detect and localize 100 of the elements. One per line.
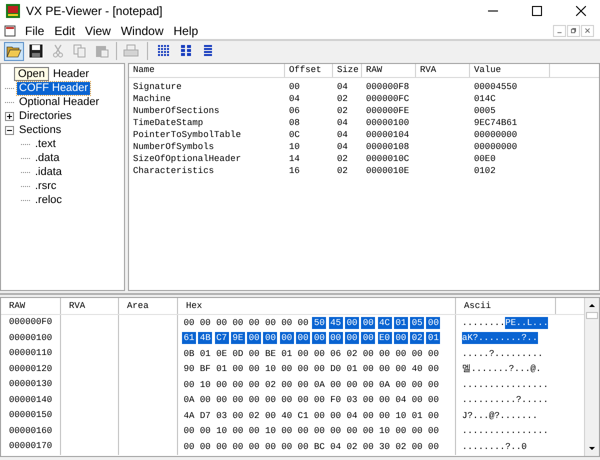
ascii-text[interactable]: PE..L... <box>505 316 548 329</box>
hex-byte[interactable]: 00 <box>378 348 392 360</box>
hex-byte[interactable]: F0 <box>328 394 343 406</box>
hex-byte[interactable]: 00 <box>378 363 392 376</box>
close-icon[interactable] <box>576 6 586 16</box>
hex-byte[interactable]: 00 <box>312 363 326 376</box>
hex-byte[interactable]: 00 <box>394 378 408 391</box>
hex-byte[interactable]: 00 <box>198 440 212 453</box>
hex-byte[interactable]: 02 <box>247 410 262 422</box>
hex-byte[interactable]: 00 <box>361 363 376 376</box>
column-header[interactable]: Name <box>129 64 285 77</box>
tree-item[interactable]: .reloc <box>33 194 64 206</box>
hex-byte[interactable]: 00 <box>263 316 278 329</box>
hex-byte[interactable]: 00 <box>280 440 294 453</box>
hex-byte[interactable]: 01 <box>214 363 229 376</box>
hex-byte[interactable]: 4B <box>198 332 212 344</box>
hex-byte[interactable]: 02 <box>263 378 278 391</box>
hex-byte[interactable]: 00 <box>182 316 196 329</box>
hex-byte[interactable]: 00 <box>361 425 376 438</box>
tree-item[interactable]: .text <box>33 138 58 150</box>
hex-byte[interactable]: 00 <box>344 425 359 438</box>
hex-byte[interactable]: 00 <box>410 440 424 453</box>
hex-byte[interactable]: 00 <box>312 394 326 406</box>
hex-byte[interactable]: 01 <box>198 348 212 360</box>
hex-byte[interactable]: 00 <box>312 348 326 360</box>
hex-byte[interactable]: BF <box>198 363 212 376</box>
hex-byte[interactable]: 00 <box>198 425 212 438</box>
hex-byte[interactable]: 00 <box>263 440 278 453</box>
column-header[interactable]: RVA <box>61 298 119 314</box>
scroll-thumb[interactable] <box>586 312 598 319</box>
hex-byte[interactable]: 0B <box>182 348 196 360</box>
hex-byte[interactable]: 00 <box>361 348 376 360</box>
hex-byte[interactable]: 9E <box>230 332 245 344</box>
hex-byte[interactable]: 01 <box>280 348 294 360</box>
hex-byte[interactable]: 00 <box>426 410 440 422</box>
hex-byte[interactable]: 90 <box>182 363 196 376</box>
hex-byte[interactable]: 00 <box>247 425 262 438</box>
hex-byte[interactable]: 00 <box>296 316 310 329</box>
hex-byte[interactable]: 4C <box>378 316 392 329</box>
hex-byte[interactable]: 01 <box>394 316 408 329</box>
hex-byte[interactable]: 02 <box>410 332 424 344</box>
maximize-icon[interactable] <box>532 6 542 16</box>
hex-byte[interactable]: 01 <box>426 332 440 344</box>
hex-byte[interactable]: 0A <box>312 378 326 391</box>
menu-item[interactable]: Edit <box>49 22 80 40</box>
hex-byte[interactable]: 00 <box>230 363 245 376</box>
hex-byte[interactable]: 10 <box>214 425 229 438</box>
ascii-text[interactable]: J?...@?....... <box>462 410 538 422</box>
hex-byte[interactable]: 04 <box>328 440 343 453</box>
hex-byte[interactable]: 10 <box>394 410 408 422</box>
hex-byte[interactable]: 00 <box>426 316 440 329</box>
hex-byte[interactable]: 00 <box>230 410 245 422</box>
column-header[interactable]: RVA <box>416 64 470 77</box>
hex-byte[interactable]: 00 <box>214 316 229 329</box>
ascii-text[interactable]: ................ <box>462 378 548 391</box>
hex-byte[interactable]: 00 <box>296 440 310 453</box>
hex-byte[interactable]: BC <box>312 440 326 453</box>
column-header[interactable]: Hex <box>178 298 456 314</box>
hex-byte[interactable]: 00 <box>394 363 408 376</box>
hex-byte[interactable]: 40 <box>410 363 424 376</box>
hex-byte[interactable]: 00 <box>230 378 245 391</box>
hex-byte[interactable]: 02 <box>394 440 408 453</box>
hex-byte[interactable]: 02 <box>344 440 359 453</box>
hex-byte[interactable]: 06 <box>328 348 343 360</box>
tree-item[interactable]: Header <box>51 68 92 80</box>
ascii-text[interactable]: ........ <box>462 316 506 329</box>
hex-byte[interactable]: 05 <box>410 316 424 329</box>
ascii-text[interactable]: aK?........?.. <box>462 332 538 344</box>
hex-byte[interactable]: 00 <box>230 440 245 453</box>
hex-byte[interactable]: 00 <box>230 394 245 406</box>
hex-byte[interactable]: 00 <box>394 348 408 360</box>
column-header[interactable]: RAW <box>1 298 61 314</box>
hex-byte[interactable]: 04 <box>394 394 408 406</box>
hex-byte[interactable]: 00 <box>230 425 245 438</box>
hex-byte[interactable]: 00 <box>328 378 343 391</box>
hex-byte[interactable]: 00 <box>378 410 392 422</box>
hex-byte[interactable]: 00 <box>296 394 310 406</box>
tree-item[interactable]: .idata <box>33 166 64 178</box>
hex-byte[interactable]: 00 <box>344 378 359 391</box>
hex-byte[interactable]: 0D <box>230 348 245 360</box>
tree-item[interactable]: .data <box>33 152 62 164</box>
hex-byte[interactable]: 00 <box>328 425 343 438</box>
hex-byte[interactable]: 61 <box>182 332 196 344</box>
child-restore-icon[interactable] <box>567 24 580 36</box>
hex-byte[interactable]: 03 <box>214 410 229 422</box>
hex-byte[interactable]: 10 <box>263 363 278 376</box>
column-header[interactable]: Value <box>470 64 550 77</box>
menu-item[interactable]: Help <box>168 22 204 40</box>
hex-byte[interactable]: 00 <box>410 348 424 360</box>
expand-icon[interactable] <box>5 112 14 120</box>
menu-item[interactable]: Window <box>116 22 169 40</box>
hex-byte[interactable]: 40 <box>280 410 294 422</box>
hex-byte[interactable]: 00 <box>296 332 310 344</box>
collapse-icon[interactable] <box>5 126 14 134</box>
hex-byte[interactable]: 00 <box>198 394 212 406</box>
hex-byte[interactable]: 00 <box>361 332 376 344</box>
hex-byte[interactable]: 00 <box>296 378 310 391</box>
open-button[interactable] <box>4 42 24 60</box>
hex-byte[interactable]: 00 <box>214 378 229 391</box>
ascii-text[interactable]: ........?..0 <box>462 440 527 453</box>
